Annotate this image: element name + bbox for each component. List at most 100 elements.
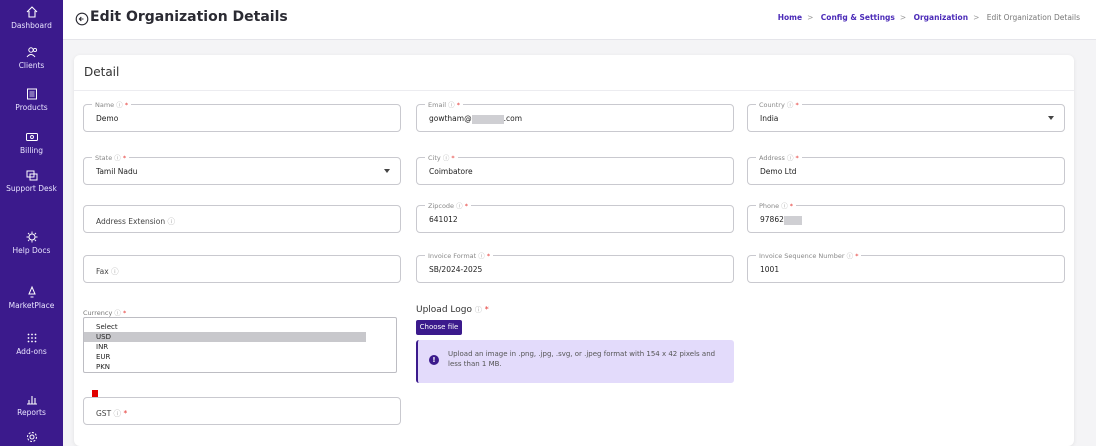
sidebar-item-reports[interactable]: Reports xyxy=(0,392,63,417)
invoice-format-value: SB/2024-2025 xyxy=(429,265,483,274)
help-icon: ⓘ xyxy=(786,101,794,109)
settings-icon xyxy=(26,432,37,442)
help-icon: ⓘ xyxy=(456,202,463,210)
sidebar-item-marketplace[interactable]: MarketPlace xyxy=(0,285,63,310)
address-extension-placeholder: Address Extension ⓘ xyxy=(96,217,175,226)
zipcode-field[interactable]: Zipcode ⓘ * 641012 xyxy=(416,200,734,233)
help-icon: ⓘ xyxy=(111,267,119,276)
breadcrumb-organization[interactable]: Organization xyxy=(914,13,969,22)
help-icon: ⓘ xyxy=(442,154,450,162)
currency-option[interactable]: EUR xyxy=(84,352,396,362)
phone-field[interactable]: Phone ⓘ * 97862 xyxy=(747,200,1065,233)
home-icon xyxy=(26,6,37,18)
divider xyxy=(74,90,1074,91)
choose-file-button[interactable]: Choose file xyxy=(416,320,462,335)
redacted-block xyxy=(471,114,504,124)
help-icon: ⓘ xyxy=(167,217,175,226)
city-value: Coimbatore xyxy=(429,167,473,176)
breadcrumb-home[interactable]: Home xyxy=(778,13,802,22)
country-select[interactable]: Country ⓘ * India xyxy=(747,99,1065,132)
upload-logo-label: Upload Logo ⓘ * xyxy=(416,305,489,315)
page-title: Edit Organization Details xyxy=(90,9,288,25)
chevron-down-icon xyxy=(384,169,390,173)
breadcrumb-current: Edit Organization Details xyxy=(986,13,1080,22)
city-label: City ⓘ * xyxy=(425,152,458,162)
fax-placeholder: Fax ⓘ xyxy=(96,267,119,276)
info-icon: ! xyxy=(429,355,439,365)
sidebar-item-settings[interactable] xyxy=(0,430,63,444)
invoice-format-label: Invoice Format ⓘ * xyxy=(425,250,494,260)
sidebar-item-billing[interactable]: Billing xyxy=(0,130,63,155)
help-icon: ⓘ xyxy=(846,252,854,260)
invoice-format-field[interactable]: Invoice Format ⓘ * SB/2024-2025 xyxy=(416,250,734,283)
sidebar: Dashboard Clients Products Billing Suppo… xyxy=(0,0,63,446)
reports-icon xyxy=(26,396,37,405)
address-value: Demo Ltd xyxy=(760,167,797,176)
products-icon xyxy=(26,88,37,100)
sidebar-item-products[interactable]: Products xyxy=(0,87,63,112)
help-icon: ⓘ xyxy=(113,409,122,418)
help-icon: ⓘ xyxy=(786,154,794,162)
help-icon: ⓘ xyxy=(114,154,121,162)
support-icon xyxy=(26,170,37,181)
currency-label: Currency ⓘ * xyxy=(83,309,127,317)
invoice-sequence-label: Invoice Sequence Number ⓘ * xyxy=(756,250,862,260)
back-arrow-icon[interactable] xyxy=(75,12,89,26)
name-field[interactable]: Name ⓘ * Demo xyxy=(83,99,401,132)
currency-option[interactable]: Select xyxy=(84,322,396,332)
city-field[interactable]: City ⓘ * Coimbatore xyxy=(416,152,734,185)
invoice-sequence-value: 1001 xyxy=(760,265,780,274)
name-value: Demo xyxy=(96,114,119,123)
fax-field[interactable]: Fax ⓘ xyxy=(83,255,401,283)
chevron-down-icon xyxy=(1048,116,1054,120)
gst-placeholder: GST ⓘ * xyxy=(96,409,128,418)
card-title: Detail xyxy=(84,65,120,79)
name-label: Name ⓘ * xyxy=(92,99,132,109)
users-icon xyxy=(26,47,37,58)
state-value: Tamil Nadu xyxy=(96,167,138,176)
currency-option[interactable]: PKN xyxy=(84,362,396,372)
invoice-sequence-field[interactable]: Invoice Sequence Number ⓘ * 1001 xyxy=(747,250,1065,283)
currency-option[interactable]: INR xyxy=(84,342,396,352)
country-label: Country ⓘ * xyxy=(756,99,802,109)
email-field[interactable]: Email ⓘ * gowtham@ .com xyxy=(416,99,734,132)
help-icon: ⓘ xyxy=(116,101,123,109)
state-label: State ⓘ * xyxy=(92,152,130,162)
help-icon xyxy=(26,231,37,243)
help-icon: ⓘ xyxy=(781,202,788,210)
sidebar-item-clients[interactable]: Clients xyxy=(0,45,63,70)
help-icon: ⓘ xyxy=(448,101,455,109)
sidebar-item-support-desk[interactable]: Support Desk xyxy=(0,168,63,193)
gst-field[interactable]: GST ⓘ * xyxy=(83,397,401,425)
sidebar-item-help-docs[interactable]: Help Docs xyxy=(0,230,63,255)
country-value: India xyxy=(760,114,779,123)
breadcrumb-separator: > xyxy=(973,13,980,22)
sidebar-item-dashboard[interactable]: Dashboard xyxy=(0,5,63,30)
breadcrumb-separator: > xyxy=(899,13,907,22)
breadcrumb: Home > Config & Settings > Organization > E… xyxy=(778,13,1080,22)
breadcrumb-config-settings[interactable]: Config & Settings xyxy=(821,13,895,22)
page-header: Edit Organization Details Home > Config &… xyxy=(63,0,1096,40)
address-extension-field[interactable]: Address Extension ⓘ xyxy=(83,205,401,233)
state-select[interactable]: State ⓘ * Tamil Nadu xyxy=(83,152,401,185)
upload-info-alert: ! Upload an image in .png, .jpg, .svg, o… xyxy=(416,340,734,383)
billing-icon xyxy=(25,133,38,141)
breadcrumb-separator: > xyxy=(807,13,814,22)
upload-info-text: Upload an image in .png, .jpg, .svg, or … xyxy=(448,350,716,368)
help-icon: ⓘ xyxy=(114,309,121,317)
help-icon: ⓘ xyxy=(474,306,482,314)
detail-card: Detail Name ⓘ * Demo Email ⓘ * gowtham@.… xyxy=(74,55,1074,446)
currency-listbox[interactable]: Select USD INR EUR PKN xyxy=(83,317,397,373)
addons-icon xyxy=(27,333,36,343)
marketplace-icon xyxy=(27,285,36,298)
sidebar-item-add-ons[interactable]: Add-ons xyxy=(0,331,63,356)
currency-option-selected[interactable]: USD xyxy=(84,332,366,342)
redacted-block xyxy=(783,215,802,225)
address-label: Address ⓘ * xyxy=(756,152,802,162)
zipcode-label: Zipcode ⓘ * xyxy=(425,200,471,210)
help-icon: ⓘ xyxy=(478,252,485,260)
phone-value: 97862 xyxy=(760,215,802,225)
email-value: gowtham@ .com xyxy=(429,114,522,124)
address-field[interactable]: Address ⓘ * Demo Ltd xyxy=(747,152,1065,185)
zipcode-value: 641012 xyxy=(429,215,458,224)
